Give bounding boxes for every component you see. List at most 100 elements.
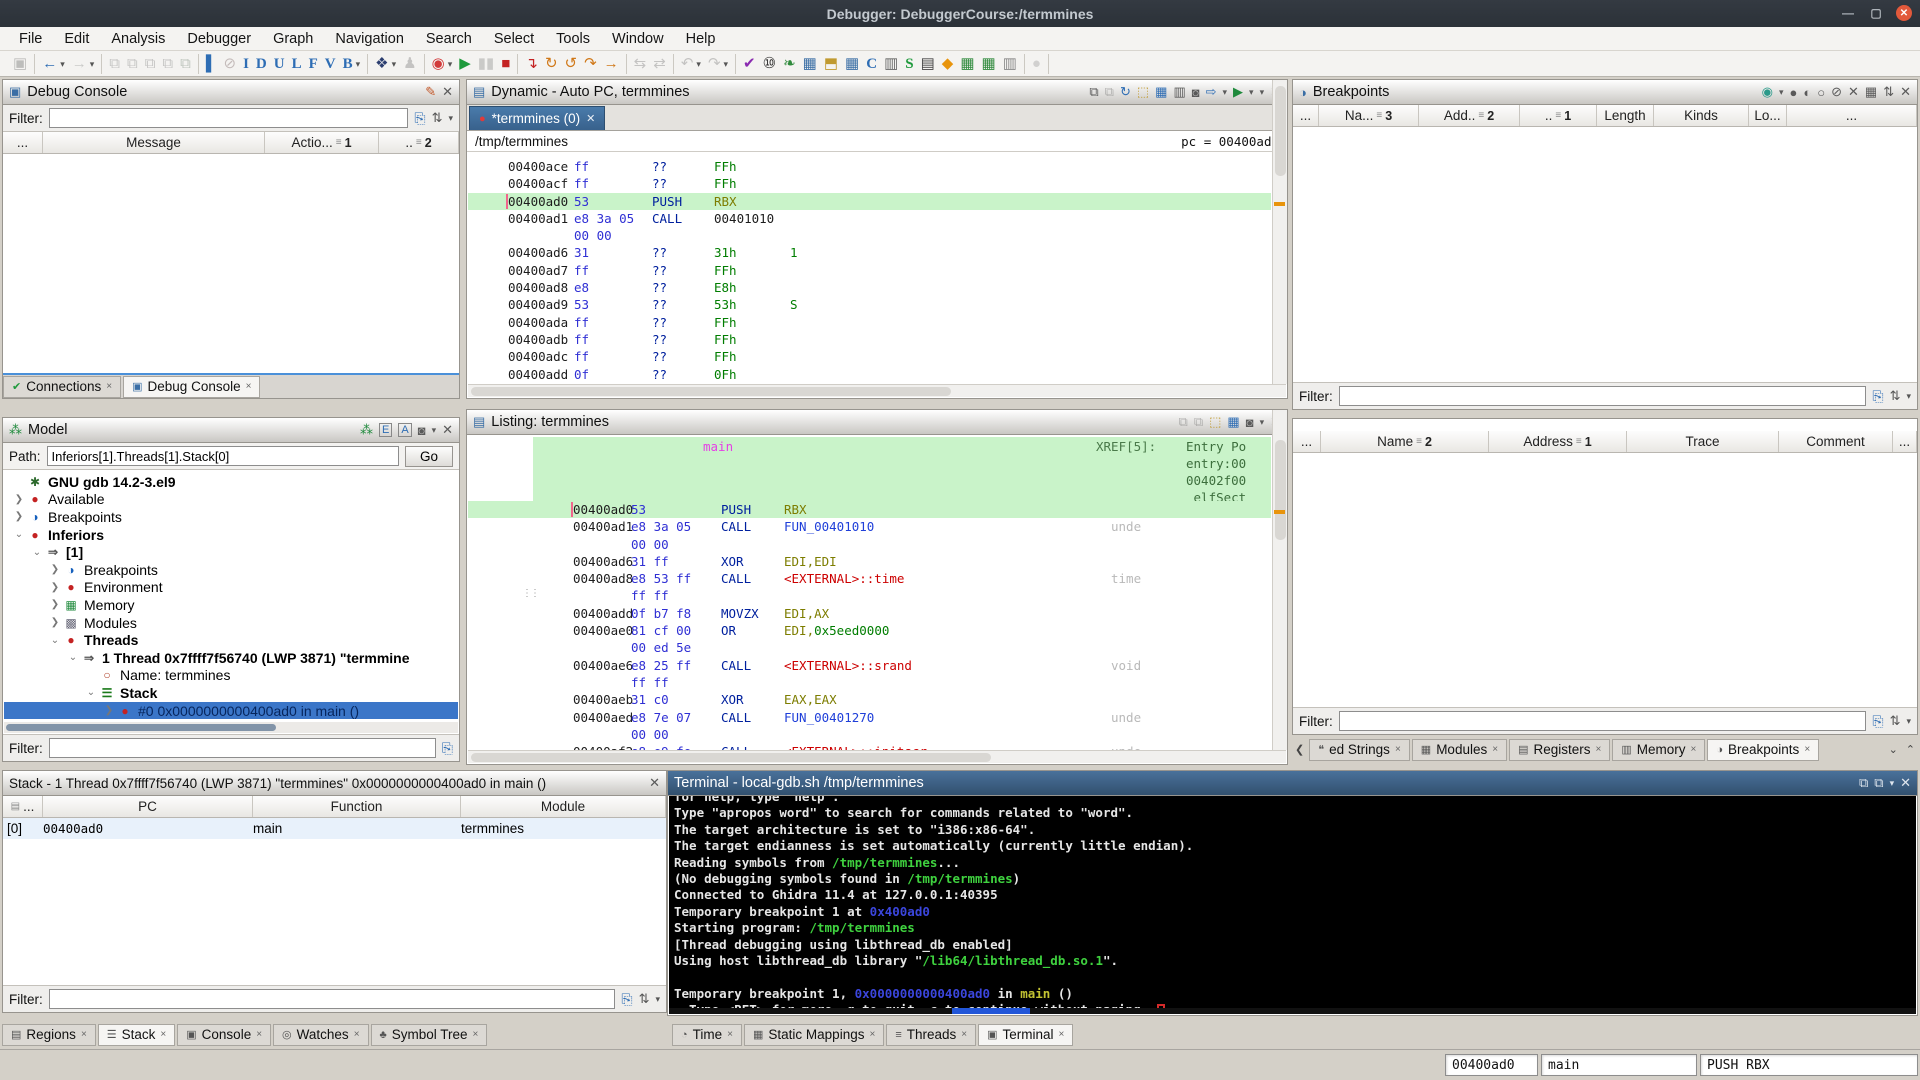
menu-graph[interactable]: Graph <box>262 29 324 49</box>
tree-node[interactable]: ⌄ ● Threads <box>4 631 458 649</box>
instruction-i-icon[interactable]: I <box>243 55 249 73</box>
undo-dropdown-icon[interactable]: ▾ <box>696 55 701 73</box>
dynamic-vscrollbar[interactable] <box>1272 80 1287 384</box>
disassembly-row[interactable]: 00400add 0f?? 0Fh <box>468 366 1271 383</box>
step-into-icon[interactable]: ↴ <box>525 55 538 73</box>
column-message[interactable]: Message <box>43 132 265 153</box>
track-pc-icon[interactable]: ⇨ <box>1206 84 1217 100</box>
disassembly-row[interactable]: 00400aeb 31 c0 XOR EAX,EAX <box>468 691 1271 708</box>
interrupt-icon[interactable]: ▮▮ <box>478 55 495 73</box>
tab-static-mappings[interactable]: ▦ Static Mappings × <box>744 1023 885 1046</box>
person-icon[interactable]: ♟ <box>403 55 416 73</box>
tree-node[interactable]: ⌄ ● Inferiors <box>4 526 458 544</box>
tree-node[interactable]: ❯ ◑ Breakpoints <box>4 561 458 579</box>
column-sleigh[interactable]: .. ≡ 1 <box>1520 105 1597 126</box>
close-tab-icon[interactable]: × <box>106 381 112 392</box>
column-comment[interactable]: Comment <box>1779 431 1893 452</box>
column-locations[interactable]: Lo... <box>1749 105 1787 126</box>
regex-icon[interactable]: ⎘ <box>621 991 632 1008</box>
tab-time[interactable]: ◔ Time × <box>672 1023 742 1046</box>
redo-icon[interactable]: ↷ <box>708 55 721 73</box>
regex-icon[interactable]: ⎘ <box>1872 713 1883 730</box>
dynamic-hscrollbar[interactable] <box>468 384 1286 397</box>
model-header[interactable]: ⁂ Model ⁂ E A ◙ ▾ ✕ <box>3 418 459 443</box>
column-address[interactable]: Add.. ≡ 2 <box>1419 105 1520 126</box>
tree-node[interactable]: ⌄ ⇒ 1 Thread 0x7ffff7f56740 (LWP 3871) "te… <box>4 649 458 667</box>
disassembly-row[interactable]: 00 00 <box>468 726 1271 743</box>
disassembly-row[interactable]: 00400ad8 e8?? E8h <box>468 279 1271 296</box>
menu-search[interactable]: Search <box>415 29 483 49</box>
resume-icon[interactable]: ▶ <box>459 55 471 73</box>
edit-table-icon[interactable]: ▦ <box>1155 84 1167 100</box>
panel-menu-icon[interactable]: ▾ <box>1260 417 1265 428</box>
elements-button[interactable]: E <box>379 423 393 437</box>
console-c-icon[interactable]: C <box>866 55 877 73</box>
disassembly-row[interactable]: 00400ad0 53 PUSH RBX <box>468 501 1271 519</box>
xref-entry[interactable]: entry:00 <box>1186 456 1246 471</box>
disassembly-row[interactable]: 00400ad6 31?? 31h 1 <box>468 244 1271 261</box>
goto-dropdown-icon[interactable]: ▾ <box>1249 87 1254 98</box>
close-tab-icon[interactable]: × <box>1492 744 1498 755</box>
debug-console-header[interactable]: ▣ Debug Console ✎ ✕ <box>3 80 459 105</box>
kill-icon[interactable]: ■ <box>501 55 510 73</box>
stack-header[interactable]: Stack - 1 Thread 0x7ffff7f56740 (LWP 387… <box>3 771 666 796</box>
drag-handle-icon[interactable]: ⋮⋮ <box>522 588 540 599</box>
model-hscrollbar[interactable] <box>4 722 458 733</box>
tab-list-down-icon[interactable]: ⌄ <box>1886 743 1901 756</box>
close-tab-icon[interactable]: × <box>1596 744 1602 755</box>
close-tab-icon[interactable]: × <box>160 1029 166 1040</box>
filter-input[interactable] <box>48 108 409 128</box>
tab-modules[interactable]: ▦ Modules × <box>1411 738 1508 761</box>
disassembly-row[interactable]: 00400ad9 53?? 53h S <box>468 296 1271 313</box>
clipboard-icon[interactable]: ▥ <box>1003 55 1017 73</box>
column-length[interactable]: Length <box>1597 105 1654 126</box>
ghidra-icon[interactable]: S <box>905 55 913 73</box>
disable-all-icon[interactable]: ○ <box>1817 85 1825 100</box>
tab-debug-console[interactable]: ▣ Debug Console × <box>123 375 261 398</box>
snapshot-icon[interactable]: ◙ <box>1246 415 1254 430</box>
dynamic-listing[interactable]: 00400ace ff?? FFh 00400acf ff?? FFh 00400ad0 53… <box>468 154 1271 384</box>
filter-dropdown-icon[interactable]: ▾ <box>1906 716 1911 727</box>
step-out-icon[interactable]: ↺ <box>565 55 578 73</box>
disassembly-row[interactable]: 00400ad0 53 PUSH RBX <box>468 192 1271 210</box>
tab-connections[interactable]: ✔ Connections × <box>3 375 122 398</box>
regex-icon[interactable]: ⎘ <box>442 740 453 757</box>
close-icon[interactable]: ✕ <box>1900 775 1911 791</box>
model-filter-input[interactable] <box>48 738 436 758</box>
disassembly-row[interactable]: 00400aed e8 7e 07 CALL FUN_00401270 unde <box>468 709 1271 726</box>
tab-terminal[interactable]: ▣ Terminal × <box>978 1023 1074 1046</box>
close-tab-icon[interactable]: ✕ <box>586 112 595 125</box>
clear-offcut-icon[interactable]: ⊘ <box>223 55 236 73</box>
window-titlebar[interactable]: Debugger: DebuggerCourse:/termmines — ▢ … <box>0 0 1920 27</box>
tab-stack[interactable]: ☰ Stack × <box>97 1023 176 1046</box>
copy-icon[interactable]: ⧉ <box>109 55 120 73</box>
diff-tree-icon[interactable]: ⁂ <box>360 422 373 438</box>
menu-navigation[interactable]: Navigation <box>324 29 415 49</box>
expander-icon[interactable]: ❯ <box>102 705 116 716</box>
clear-breakpoints-icon[interactable]: ⊘ <box>1831 84 1842 100</box>
scheduler-icon[interactable]: ⇄ <box>653 55 666 73</box>
logical-filter-input[interactable] <box>1338 711 1867 731</box>
close-icon[interactable]: ✕ <box>1896 5 1912 21</box>
filter-dropdown-icon[interactable]: ▾ <box>1906 391 1911 402</box>
disassembly-row[interactable]: 00 00 <box>468 227 1271 244</box>
enable-all-icon[interactable]: ● <box>1790 85 1798 100</box>
expander-icon[interactable]: ⌄ <box>84 687 98 698</box>
graph-dropdown-icon[interactable]: ▾ <box>392 55 397 73</box>
clear-console-icon[interactable]: ✎ <box>425 84 436 100</box>
paste-icon[interactable]: ⧉ <box>1194 414 1203 430</box>
copy-icon[interactable]: ⧉ <box>1859 775 1868 791</box>
auto-refresh-icon[interactable]: ↻ <box>1120 84 1131 100</box>
record-icon[interactable]: ◉ <box>432 55 445 73</box>
undo-icon[interactable]: ↶ <box>681 55 694 73</box>
track-dropdown-icon[interactable]: ▾ <box>1223 87 1228 98</box>
paste-special-icon[interactable]: ⧉ <box>162 55 173 73</box>
step-advance-icon[interactable]: → <box>604 55 619 73</box>
terminal-hscrollbar[interactable] <box>669 1008 1916 1014</box>
add-dropdown-icon[interactable]: ▾ <box>1779 87 1784 98</box>
dynamic-header[interactable]: ▤ Dynamic - Auto PC, termmines ⧉ ⧉ ↻ ⬚ ▦… <box>467 80 1287 105</box>
leaf-icon[interactable]: ❧ <box>783 55 796 73</box>
tab-memory[interactable]: ▥ Memory × <box>1612 738 1706 761</box>
skip-icon[interactable]: ⇆ <box>634 55 647 73</box>
disassembly-row[interactable]: 00 ed 5e <box>468 639 1271 656</box>
